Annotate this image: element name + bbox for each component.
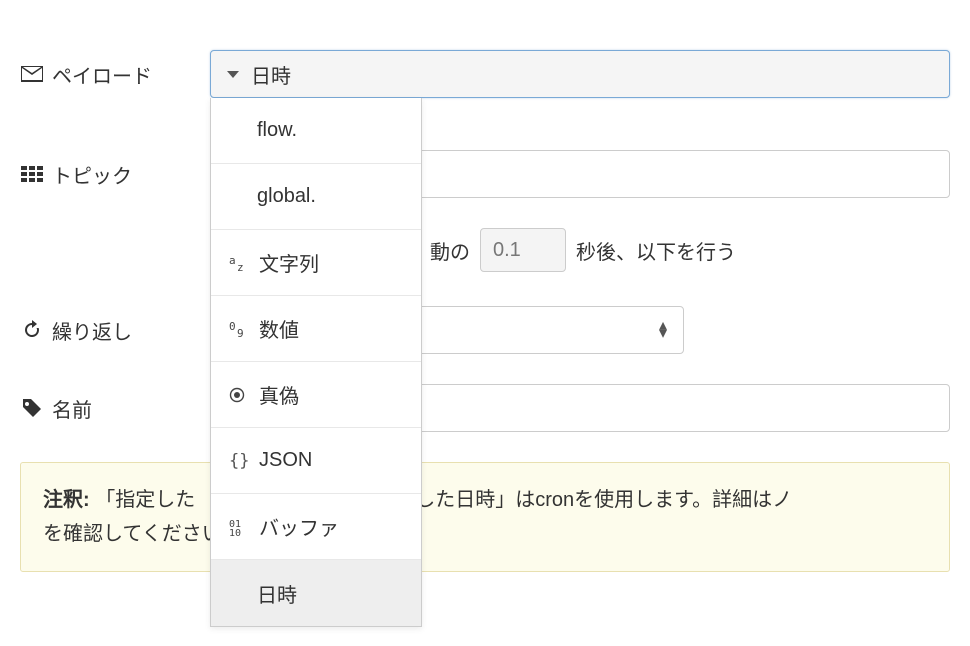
delay-post-text: 秒後、以下を行う [576, 236, 736, 265]
payload-label-text: ペイロード [52, 60, 152, 89]
svg-text:0: 0 [229, 320, 236, 333]
svg-text:z: z [237, 261, 244, 272]
dropdown-option-json[interactable]: {} JSON [211, 428, 421, 494]
dropdown-option-label: flow. [257, 119, 297, 142]
dropdown-option-label: 真偽 [259, 380, 299, 409]
topic-label: トピック [20, 160, 210, 189]
dropdown-option-global[interactable]: global. [211, 164, 421, 230]
payload-selected-text: 日時 [251, 60, 291, 89]
json-type-icon: {} [229, 451, 257, 471]
envelope-icon [20, 66, 44, 82]
delay-row: 動の 秒後、以下を行う [20, 228, 950, 272]
name-row: 名前 [20, 384, 950, 432]
dropdown-option-number[interactable]: 09 数値 [211, 296, 421, 362]
dropdown-option-label: 日時 [257, 579, 297, 608]
string-type-icon: az [229, 254, 257, 272]
select-arrows-icon: ▴▾ [659, 322, 667, 338]
dropdown-option-flow[interactable]: flow. [211, 98, 421, 164]
payload-type-select[interactable]: 日時 [210, 50, 950, 98]
repeat-label: 繰り返し [20, 316, 210, 345]
number-type-icon: 09 [229, 320, 257, 338]
dropdown-option-label: JSON [259, 449, 312, 472]
note-text: 「指定した 時」と「指定した日時」はcronを使用します。詳細はノ を確認してく… [43, 489, 912, 545]
buffer-type-icon: 0110 [229, 518, 257, 536]
topic-label-text: トピック [52, 160, 132, 189]
dropdown-option-timestamp[interactable]: 日時 [211, 560, 421, 626]
repeat-row: 繰り返し ▴▾ [20, 306, 950, 354]
list-icon [20, 166, 44, 182]
dropdown-option-label: 文字列 [259, 248, 319, 277]
payload-label: ペイロード [20, 60, 210, 89]
caret-down-icon [227, 71, 239, 78]
dropdown-option-boolean[interactable]: 真偽 [211, 362, 421, 428]
note-label: 注釈: [43, 489, 90, 511]
svg-text:a: a [229, 254, 236, 267]
name-label-text: 名前 [52, 394, 92, 423]
tag-icon [20, 398, 44, 418]
name-label: 名前 [20, 394, 210, 423]
svg-text:10: 10 [229, 528, 241, 536]
dropdown-option-label: バッファ [259, 512, 339, 541]
delay-seconds-input[interactable] [480, 228, 566, 272]
note-box: 注釈: 「指定した 時」と「指定した日時」はcronを使用します。詳細はノ を確… [20, 462, 950, 572]
payload-type-dropdown: flow. global. az 文字列 09 数値 真偽 {} JSON [210, 98, 422, 627]
delay-pre-text: 動の [430, 236, 470, 265]
payload-row: ペイロード 日時 flow. global. az 文字列 09 数値 [20, 50, 950, 98]
boolean-type-icon [229, 387, 257, 403]
dropdown-option-buffer[interactable]: 0110 バッファ [211, 494, 421, 560]
topic-row: トピック [20, 150, 950, 198]
svg-text:9: 9 [237, 327, 244, 338]
dropdown-option-label: 数値 [259, 314, 299, 343]
repeat-label-text: 繰り返し [52, 316, 132, 345]
dropdown-option-label: global. [257, 185, 316, 208]
dropdown-option-string[interactable]: az 文字列 [211, 230, 421, 296]
refresh-icon [20, 320, 44, 340]
